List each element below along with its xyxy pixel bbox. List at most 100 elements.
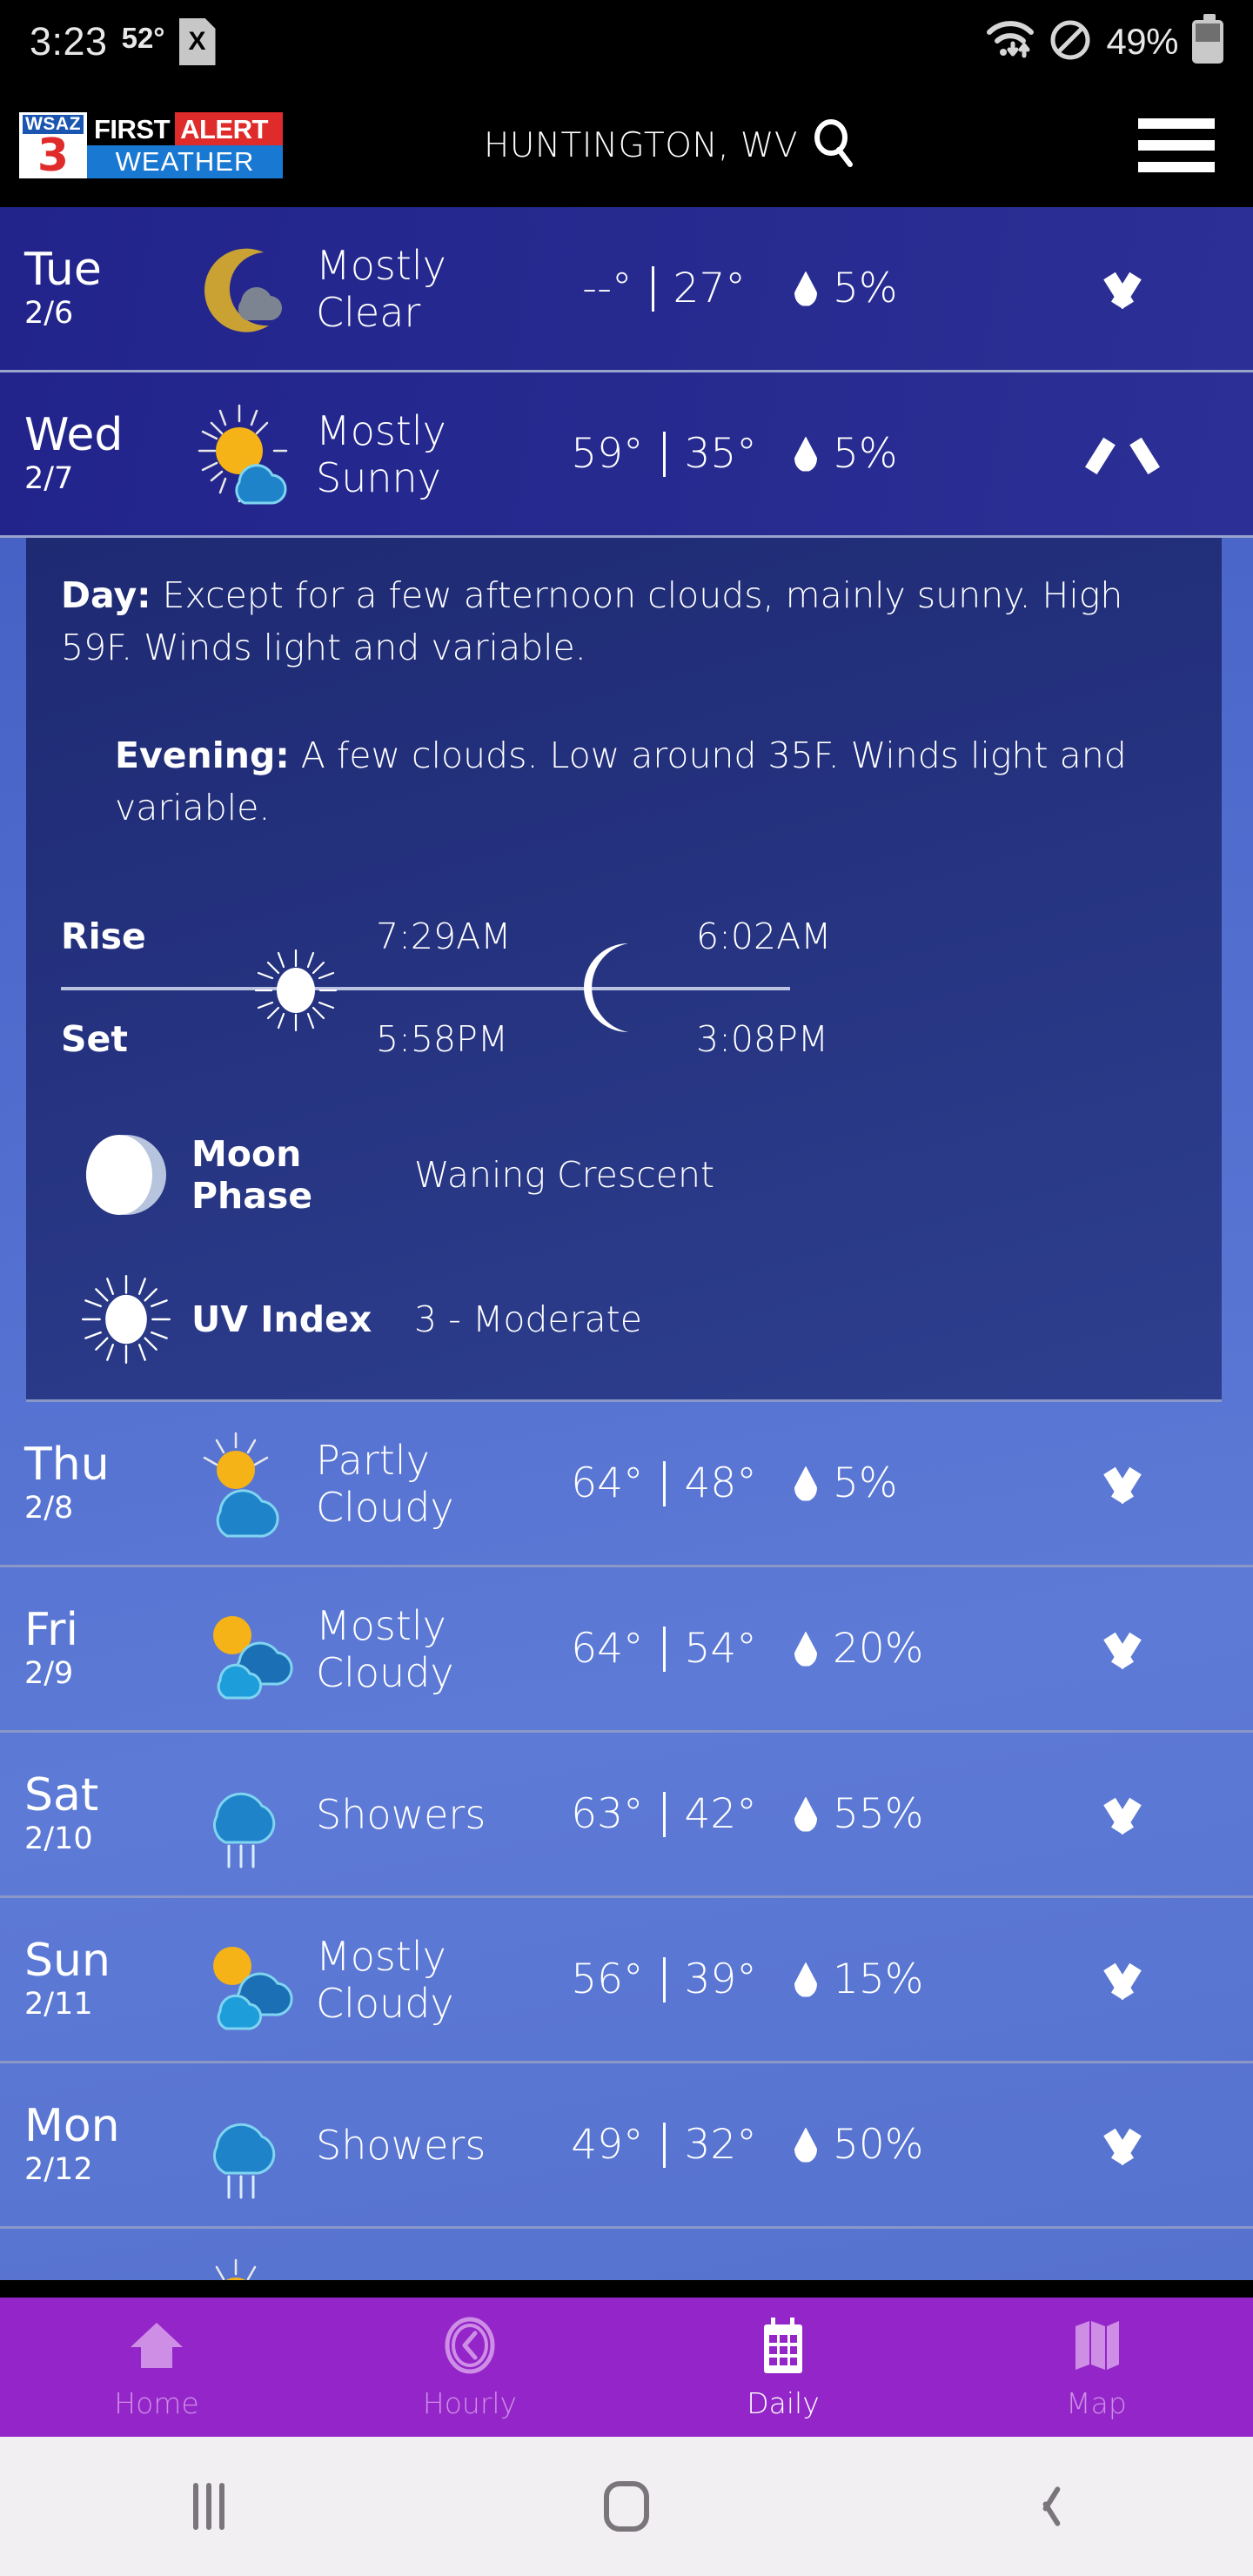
sun-behind-cloud-icon [177, 1428, 316, 1540]
sun-two-clouds-icon [177, 1593, 316, 1705]
nav-label-daily: Daily [747, 2386, 820, 2420]
forecast-row[interactable]: Mon 2/12 Showers 49° 32° 50% [0, 2063, 1253, 2229]
temp-separator [662, 1956, 666, 2002]
forecast-high: 49° [571, 2121, 644, 2169]
forecast-precip-value: 5% [833, 265, 898, 312]
home-button[interactable] [418, 2481, 835, 2532]
map-icon [1065, 2314, 1128, 2381]
water-drop-icon [794, 436, 817, 472]
nav-tab-daily[interactable]: Daily [626, 2314, 940, 2420]
day-description-text: Except for a few afternoon clouds, mainl… [61, 574, 1123, 668]
forecast-row[interactable]: Fri 2/9 Mostly Cloudy 64° 54° 20% [0, 1567, 1253, 1733]
forecast-precipitation: 55% [794, 1790, 1012, 1838]
expand-row-button[interactable] [1012, 1636, 1253, 1662]
expand-row-button[interactable] [1012, 1471, 1253, 1497]
water-drop-icon [794, 1631, 817, 1667]
forecast-row[interactable]: Tue 2/6 Mostly Clear --° 27° 5% [0, 207, 1253, 372]
nav-tab-map[interactable]: Map [940, 2314, 1253, 2420]
forecast-row[interactable]: Thu 2/8 Partly Cloudy 64° 48° 5% [0, 1402, 1253, 1567]
set-label: Set [61, 1018, 128, 1060]
search-icon[interactable] [812, 118, 855, 172]
forecast-day: Wed 2/7 [24, 411, 177, 498]
forecast-low: 32° [684, 2121, 757, 2169]
forecast-day: Tue 2/6 [24, 245, 177, 332]
moon-icon [574, 940, 647, 1040]
temp-separator [662, 2122, 666, 2168]
recents-button[interactable] [0, 2483, 418, 2530]
battery-icon [1192, 14, 1223, 64]
back-button[interactable] [835, 2483, 1253, 2530]
forecast-day-name: Mon [24, 2099, 120, 2152]
forecast-row[interactable]: Sat 2/10 Showers 63° 42° 55% [0, 1733, 1253, 1898]
forecast-day-date: 2/12 [24, 2151, 93, 2187]
chevron-down-icon[interactable] [1099, 1967, 1146, 1993]
expand-row-button[interactable] [1012, 2132, 1253, 2158]
sun-behind-cloud-icon [177, 2255, 316, 2280]
logo-channel-mark: WSAZ 3 [19, 112, 87, 178]
nav-label-hourly: Hourly [422, 2386, 518, 2420]
location-search[interactable]: HUNTINGTON, WV [484, 118, 855, 172]
chevron-down-icon[interactable] [1099, 1636, 1146, 1662]
forecast-day-date: 2/9 [24, 1655, 74, 1691]
logo-weather-text: WEATHER [87, 145, 283, 178]
forecast-temps: 56° 39° [533, 1955, 794, 2003]
current-location-label: HUNTINGTON, WV [484, 125, 799, 165]
temp-separator [662, 431, 666, 477]
daily-forecast-list[interactable]: Tue 2/6 Mostly Clear --° 27° 5% Wed 2/7 … [0, 207, 1253, 2280]
logo-channel-number: 3 [37, 130, 70, 182]
forecast-day-name: Sun [24, 1934, 111, 1987]
logo-first-text: FIRST [87, 112, 176, 145]
chevron-down-icon[interactable] [1099, 1801, 1146, 1828]
forecast-condition: Mostly Clear [316, 241, 446, 336]
forecast-detail-panel: Day: Except for a few afternoon clouds, … [26, 538, 1222, 1402]
forecast-precip-value: 20% [833, 1625, 924, 1673]
forecast-precipitation: 5% [794, 430, 1012, 478]
sunrise-time: 7:29AM [376, 916, 512, 957]
rise-set-divider [61, 987, 790, 990]
forecast-day-date: 2/8 [24, 1490, 74, 1526]
logo-first-alert-row: FIRST ALERT [87, 112, 283, 145]
bottom-navigation[interactable]: Home Hourly Daily Map [0, 2298, 1253, 2437]
nav-tab-hourly[interactable]: Hourly [313, 2314, 626, 2420]
moonset-time: 3:08PM [696, 1018, 829, 1060]
status-time: 3:23 [30, 19, 108, 64]
expand-row-button[interactable] [1012, 1967, 1253, 1993]
nav-tab-home[interactable]: Home [0, 2314, 313, 2420]
water-drop-icon [794, 1466, 817, 1501]
chevron-down-icon[interactable] [1099, 276, 1146, 302]
forecast-row[interactable]: Sun 2/11 Mostly Cloudy 56° 39° 15% [0, 1898, 1253, 2063]
moon-phase-label: Moon Phase [191, 1133, 313, 1217]
system-navigation-bar[interactable] [0, 2437, 1253, 2576]
expand-row-button[interactable] [1012, 276, 1253, 302]
chevron-down-icon[interactable] [1099, 1471, 1146, 1497]
rise-set-section: Rise Set 7:29AM 5:58PM 6:02AM 3:08PM [61, 902, 1187, 1076]
forecast-day-name: Thu [24, 1438, 110, 1491]
day-description-label: Day: [61, 574, 151, 616]
wifi-icon [986, 20, 1035, 64]
clock-icon [439, 2314, 501, 2381]
forecast-condition: Showers [316, 2121, 486, 2169]
water-drop-icon [794, 1962, 817, 1997]
app-bar: WSAZ 3 FIRST ALERT WEATHER HUNTINGTON, W… [0, 84, 1253, 207]
back-icon[interactable] [1029, 2483, 1059, 2530]
collapse-row-button[interactable] [1012, 441, 1253, 467]
expand-row-button[interactable] [1012, 1801, 1253, 1828]
forecast-row[interactable]: Tue Partly 40° 30° [0, 2229, 1253, 2280]
forecast-condition: Partly Cloudy [316, 1436, 454, 1531]
forecast-day-date: 2/7 [24, 460, 74, 496]
hamburger-menu-icon[interactable] [1138, 118, 1215, 172]
chevron-down-icon[interactable] [1099, 2132, 1146, 2158]
forecast-temps: 59° 35° [533, 430, 794, 478]
forecast-row[interactable]: Wed 2/7 Mostly Sunny 59° 35° 5% [0, 372, 1253, 538]
forecast-condition: Mostly Cloudy [316, 1601, 454, 1696]
chevron-up-icon[interactable] [1099, 441, 1146, 467]
forecast-high: 63° [571, 1790, 644, 1838]
forecast-temps: 63° 42° [533, 1790, 794, 1838]
moon-phase-icon [61, 1130, 191, 1220]
forecast-precip-value: 5% [833, 1459, 898, 1507]
status-bar: 3:23 52° X 49% [0, 0, 1253, 84]
forecast-precip-value: 5% [833, 430, 898, 478]
home-button-icon[interactable] [604, 2481, 649, 2532]
recents-icon[interactable] [193, 2483, 224, 2530]
forecast-day-name: Wed [24, 408, 124, 461]
